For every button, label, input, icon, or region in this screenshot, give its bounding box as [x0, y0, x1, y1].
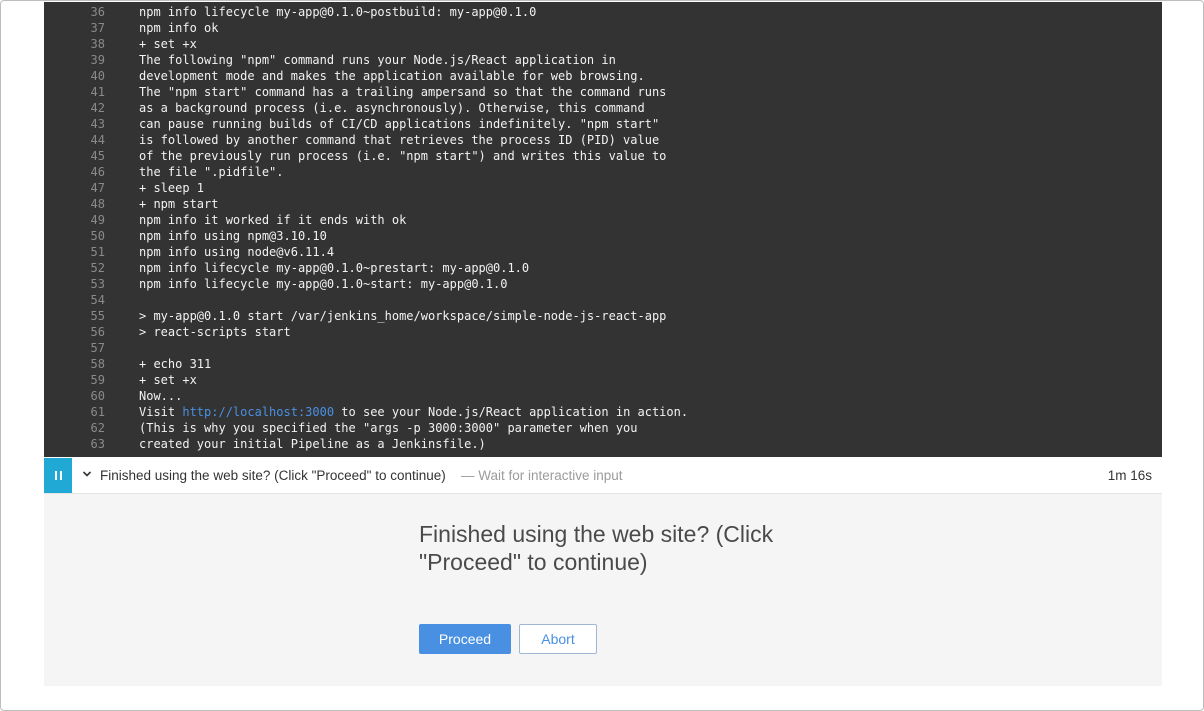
log-line: 51 npm info using node@v6.11.4 [44, 244, 1162, 260]
log-line-number: 45 [90, 149, 105, 163]
log-line: 59 + set +x [44, 372, 1162, 388]
log-line-text: is followed by another command that retr… [139, 133, 660, 147]
log-line: 53 npm info lifecycle my-app@0.1.0~start:… [44, 276, 1162, 292]
log-line-text: as a background process (i.e. asynchrono… [139, 101, 645, 115]
log-line: 60 Now... [44, 388, 1162, 404]
log-line: 47 + sleep 1 [44, 180, 1162, 196]
pipeline-step-row[interactable]: Finished using the web site? (Click "Pro… [44, 458, 1162, 494]
window-frame: 36 npm info lifecycle my-app@0.1.0~postbu… [0, 0, 1204, 711]
log-line: 55 > my-app@0.1.0 start /var/jenkins_home… [44, 308, 1162, 324]
input-panel: Finished using the web site? (Click "Pro… [44, 494, 1162, 686]
log-line-number: 41 [90, 85, 105, 99]
log-line-number: 43 [90, 117, 105, 131]
log-line-number: 53 [90, 277, 105, 291]
abort-button[interactable]: Abort [519, 624, 597, 654]
log-line: 56 > react-scripts start [44, 324, 1162, 340]
log-line: 58 + echo 311 [44, 356, 1162, 372]
log-line-text: npm info lifecycle my-app@0.1.0~start: m… [139, 277, 508, 291]
log-line-text: npm info using npm@3.10.10 [139, 229, 327, 243]
log-line-text: npm info lifecycle my-app@0.1.0~postbuil… [139, 5, 537, 19]
log-line-text: The "npm start" command has a trailing a… [139, 85, 667, 99]
log-line-number: 39 [90, 53, 105, 67]
log-line-text: Now... [139, 389, 183, 403]
log-line-number: 50 [90, 229, 105, 243]
log-text-segment: to see your Node.js/React application in… [334, 405, 689, 419]
log-line-number: 59 [90, 373, 105, 387]
log-line-number: 52 [90, 261, 105, 275]
step-duration: 1m 16s [1107, 468, 1152, 483]
log-line-number: 56 [90, 325, 105, 339]
log-line-text: > react-scripts start [139, 325, 291, 339]
log-line-text: npm info using node@v6.11.4 [139, 245, 335, 259]
log-line: 62 (This is why you specified the "args -… [44, 420, 1162, 436]
log-line-number: 63 [90, 437, 105, 451]
log-line-number: 55 [90, 309, 105, 323]
log-line-text: (This is why you specified the "args -p … [139, 421, 638, 435]
log-line-text: created your initial Pipeline as a Jenki… [139, 437, 486, 451]
log-line-text: + set +x [139, 373, 197, 387]
log-line-number: 48 [90, 197, 105, 211]
log-line-number: 36 [90, 5, 105, 19]
log-line-number: 42 [90, 101, 105, 115]
log-line: 49 npm info it worked if it ends with ok [44, 212, 1162, 228]
console-log[interactable]: 36 npm info lifecycle my-app@0.1.0~postbu… [44, 2, 1162, 457]
log-line-number: 61 [90, 405, 105, 419]
log-line: 36 npm info lifecycle my-app@0.1.0~postbu… [44, 4, 1162, 20]
log-line-number: 46 [90, 165, 105, 179]
log-line-text: + set +x [139, 37, 197, 51]
log-line-text: + npm start [139, 197, 219, 211]
log-line: 52 npm info lifecycle my-app@0.1.0~presta… [44, 260, 1162, 276]
log-line: 39 The following "npm" command runs your … [44, 52, 1162, 68]
log-line-text: + sleep 1 [139, 181, 205, 195]
log-line: 38 + set +x [44, 36, 1162, 52]
step-subtitle: — Wait for interactive input [461, 468, 623, 483]
log-line: 45 of the previously run process (i.e. "n… [44, 148, 1162, 164]
log-line-number: 47 [90, 181, 105, 195]
localhost-link[interactable]: http://localhost:3000 [182, 405, 334, 419]
proceed-button[interactable]: Proceed [419, 624, 511, 654]
log-line-text: Visit http://localhost:3000 to see your … [139, 404, 688, 420]
log-line: 57 [44, 340, 1162, 356]
log-line: 54 [44, 292, 1162, 308]
pause-icon [44, 458, 72, 493]
log-line-text: can pause running builds of CI/CD applic… [139, 117, 660, 131]
log-line-text: of the previously run process (i.e. "npm… [139, 149, 667, 163]
log-line-number: 37 [90, 21, 105, 35]
step-title: Finished using the web site? (Click "Pro… [100, 468, 446, 483]
log-line: 43 can pause running builds of CI/CD appl… [44, 116, 1162, 132]
log-line-text: + echo 311 [139, 357, 212, 371]
log-line-text: npm info it worked if it ends with ok [139, 213, 407, 227]
log-line: 42 as a background process (i.e. asynchro… [44, 100, 1162, 116]
log-line: 50 npm info using npm@3.10.10 [44, 228, 1162, 244]
log-line-text: > my-app@0.1.0 start /var/jenkins_home/w… [139, 309, 667, 323]
log-line-number: 51 [90, 245, 105, 259]
log-text-segment: Visit [139, 405, 183, 419]
log-line: 48 + npm start [44, 196, 1162, 212]
log-line: 41 The "npm start" command has a trailing… [44, 84, 1162, 100]
log-line-number: 58 [90, 357, 105, 371]
log-line-text: the file ".pidfile". [139, 165, 284, 179]
log-line: 37 npm info ok [44, 20, 1162, 36]
log-line-number: 57 [90, 341, 105, 355]
log-line-text: npm info lifecycle my-app@0.1.0~prestart… [139, 261, 530, 275]
log-line-number: 60 [90, 389, 105, 403]
chevron-down-icon[interactable] [82, 469, 92, 479]
log-line-text: npm info ok [139, 21, 219, 35]
log-line: 61 Visit http://localhost:3000 to see you… [44, 404, 1162, 420]
log-line-number: 54 [90, 293, 105, 307]
log-line-text: development mode and makes the applicati… [139, 69, 645, 83]
log-line-number: 44 [90, 133, 105, 147]
log-line: 40 development mode and makes the applica… [44, 68, 1162, 84]
log-line: 63 created your initial Pipeline as a Jen… [44, 436, 1162, 452]
log-line-number: 62 [90, 421, 105, 435]
log-line: 44 is followed by another command that re… [44, 132, 1162, 148]
log-line-text: The following "npm" command runs your No… [139, 53, 616, 67]
log-line: 46 the file ".pidfile". [44, 164, 1162, 180]
input-prompt: Finished using the web site? (Click "Pro… [419, 521, 774, 575]
log-line-number: 38 [90, 37, 105, 51]
log-line-number: 49 [90, 213, 105, 227]
log-line-number: 40 [90, 69, 105, 83]
